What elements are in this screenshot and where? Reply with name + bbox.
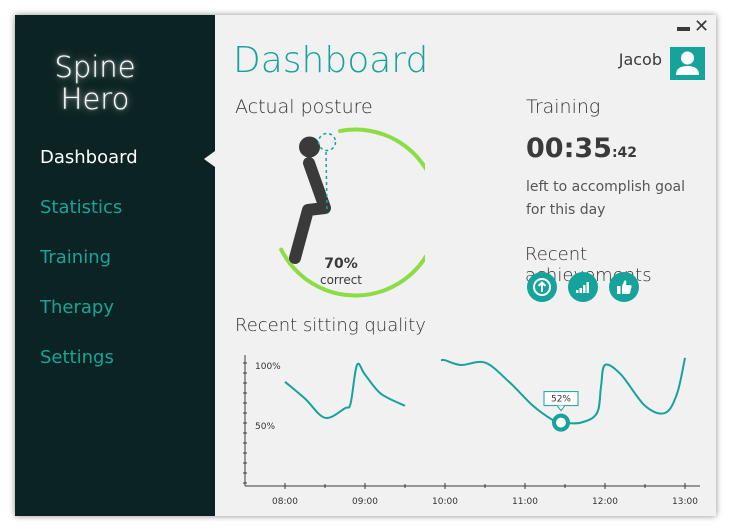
user-name[interactable]: Jacob (619, 50, 662, 69)
avatar[interactable] (670, 47, 705, 80)
tooltip-pointer (556, 405, 566, 412)
active-nav-pointer (204, 151, 215, 167)
posture-label: Actual posture (235, 96, 373, 118)
user-icon (676, 51, 699, 75)
y-tick-label: 50% (255, 422, 275, 432)
y-tick-label: 100% (255, 362, 281, 372)
sidebar-item-dashboard[interactable]: Dashboard (40, 147, 138, 168)
highlight-point (552, 413, 570, 432)
minimize-button[interactable] (677, 27, 690, 31)
x-tick-label: 08:00 (272, 497, 298, 507)
seated-body-icon (289, 157, 331, 264)
x-tick-label: 09:00 (352, 497, 378, 507)
sidebar-item-therapy[interactable]: Therapy (40, 297, 114, 318)
achievement-button-2[interactable] (568, 272, 598, 302)
sidebar: Spine Hero Dashboard Statistics Training… (15, 15, 215, 516)
close-button[interactable]: ✕ (694, 16, 710, 37)
page-title: Dashboard (233, 40, 429, 81)
achievement-button-3[interactable] (609, 272, 639, 302)
logo-line-1: Spine (54, 50, 136, 84)
sidebar-item-settings[interactable]: Settings (40, 347, 114, 368)
x-tick-label: 11:00 (512, 497, 538, 507)
goal-line-1: left to accomplish goal (526, 179, 686, 195)
x-tick-label: 10:00 (432, 497, 458, 507)
sitting-quality-line (284, 362, 406, 419)
sidebar-item-statistics[interactable]: Statistics (40, 197, 122, 218)
sitting-quality-line (440, 357, 686, 425)
x-tick-label: 13:00 (672, 497, 698, 507)
goal-line-2: for this day (526, 202, 606, 218)
posture-percent: 70% (324, 256, 358, 272)
timer-main: 00:35 (526, 133, 612, 164)
sitting-quality-label: Recent sitting quality (235, 315, 426, 336)
logo-line-2: Hero (60, 82, 130, 116)
app-logo: Spine Hero (15, 51, 175, 115)
goal-text: left to accomplish goal for this day (526, 176, 706, 222)
close-icon: ✕ (694, 16, 710, 37)
app-window: Spine Hero Dashboard Statistics Training… (15, 15, 716, 516)
main-panel: ✕ Dashboard Jacob Actual posture 70% cor… (215, 15, 716, 516)
timer-seconds: :42 (611, 145, 638, 161)
x-tick-label: 12:00 (592, 497, 618, 507)
tooltip-label: 52% (551, 395, 571, 405)
ideal-head-icon (317, 132, 337, 152)
up-arrow-icon (533, 278, 551, 296)
signal-bars-icon (576, 282, 589, 293)
head-icon (299, 136, 320, 158)
posture-caption: correct (319, 273, 363, 287)
sitting-quality-chart: 100% 50% 08:00 09:00 10:00 11:00 12:00 13:00 52… (243, 355, 700, 507)
training-label: Training (526, 96, 601, 118)
training-timer: 00:35:42 (526, 133, 637, 164)
achievement-button-1[interactable] (527, 272, 557, 302)
sidebar-item-training[interactable]: Training (40, 247, 111, 268)
thumbs-up-icon (617, 280, 632, 294)
